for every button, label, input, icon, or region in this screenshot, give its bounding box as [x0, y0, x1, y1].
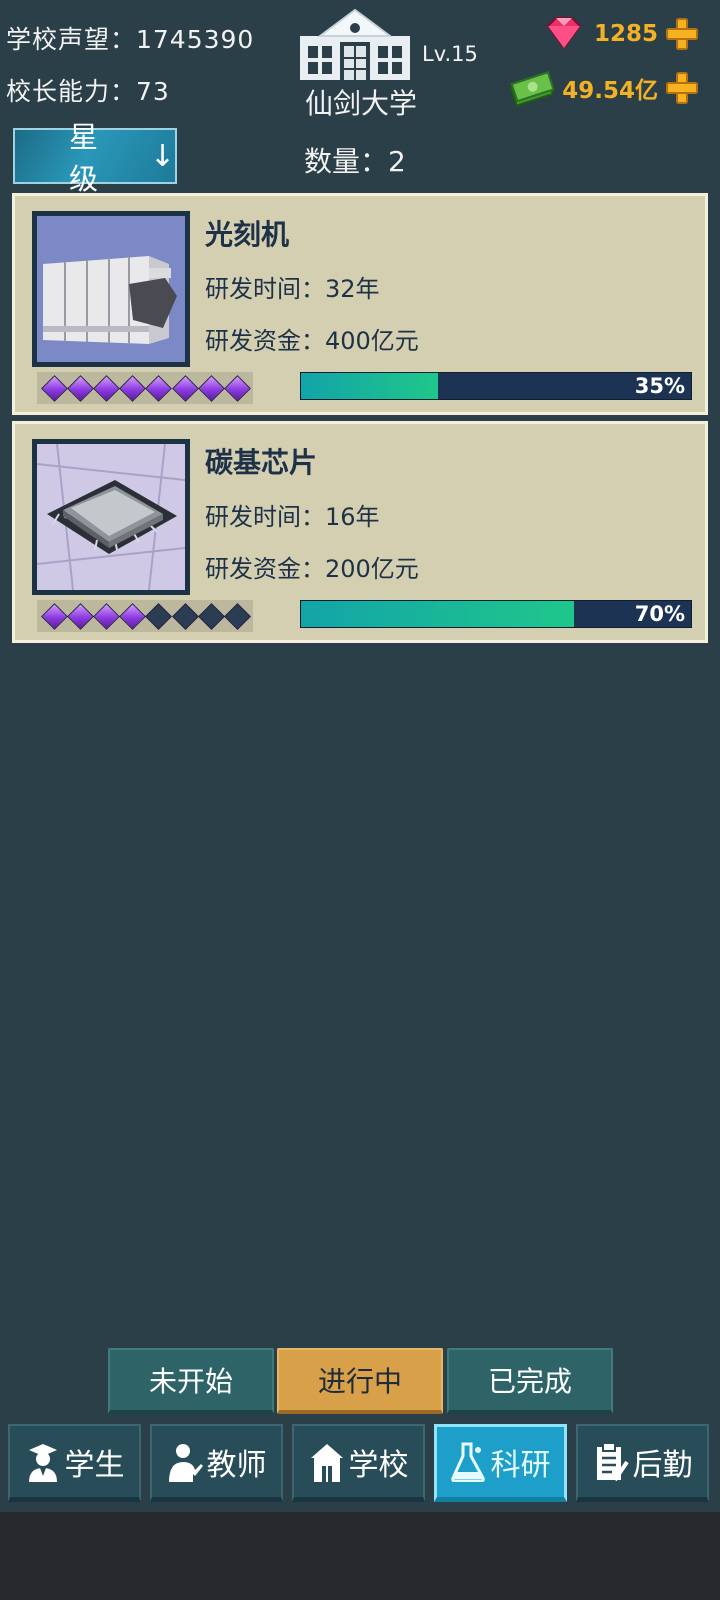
star-filled-icon [197, 374, 225, 402]
research-progress-bar: 70% [300, 600, 692, 628]
money-resource: 49.54亿 [510, 68, 700, 108]
progress-percent: 35% [634, 374, 685, 398]
nav-logistics[interactable]: 后勤 [576, 1424, 709, 1502]
research-title: 碳基芯片 [205, 446, 318, 479]
add-gems-button[interactable] [664, 16, 700, 52]
school-reputation: 学校声望：1745390 [6, 25, 255, 54]
money-amount: 49.54亿 [562, 78, 658, 104]
star-filled-icon [66, 374, 94, 402]
star-filled-icon [223, 374, 251, 402]
research-funds: 研发资金：200亿元 [205, 555, 419, 583]
carbon-chip-image [32, 439, 190, 595]
nav-label: 教师 [206, 1447, 267, 1483]
star-filled-icon [119, 374, 147, 402]
gem-resource: 1285 [542, 14, 700, 54]
research-card[interactable]: 碳基芯片 研发时间：16年 研发资金：200亿元 70% [12, 421, 708, 643]
school-name: 仙剑大学 [304, 87, 417, 120]
star-filled-icon [119, 602, 147, 630]
star-filled-icon [93, 374, 120, 402]
principal-ability: 校长能力：73 [6, 77, 170, 106]
lithography-machine-image [32, 211, 190, 367]
cash-icon [510, 71, 555, 107]
tab-completed[interactable]: 已完成 [447, 1348, 613, 1414]
star-filled-icon [145, 374, 173, 402]
nav-teachers[interactable]: 教师 [150, 1424, 283, 1502]
nav-school[interactable]: 学校 [292, 1424, 425, 1502]
research-funds: 研发资金：400亿元 [205, 327, 419, 355]
add-money-button[interactable] [664, 70, 700, 106]
research-time: 研发时间：16年 [205, 503, 380, 531]
research-card[interactable]: 光刻机 研发时间：32年 研发资金：400亿元 35% [12, 193, 708, 415]
progress-fill [301, 373, 438, 399]
gem-icon [546, 17, 582, 50]
teacher-icon [168, 1443, 203, 1482]
clipboard-icon [596, 1441, 629, 1481]
star-filled-icon [66, 602, 94, 630]
research-progress-bar: 35% [300, 372, 692, 400]
star-empty-icon [145, 602, 173, 630]
item-count: 数量：2 [304, 145, 406, 178]
star-empty-icon [171, 602, 199, 630]
student-icon [28, 1443, 57, 1482]
star-empty-icon [223, 602, 251, 630]
nav-label: 学校 [348, 1447, 409, 1483]
tab-not-started[interactable]: 未开始 [108, 1348, 274, 1414]
nav-research[interactable]: 科研 [434, 1424, 567, 1502]
nav-label: 后勤 [632, 1447, 693, 1483]
star-filled-icon [93, 602, 120, 630]
sort-label: 星级 [69, 120, 99, 196]
school-building-icon[interactable] [300, 6, 420, 80]
star-filled-icon [40, 374, 68, 402]
progress-percent: 70% [634, 602, 685, 626]
research-title: 光刻机 [205, 218, 290, 251]
nav-students[interactable]: 学生 [8, 1424, 141, 1502]
star-filled-icon [171, 374, 199, 402]
star-empty-icon [197, 602, 225, 630]
nav-label: 学生 [64, 1447, 125, 1483]
flask-icon [450, 1442, 485, 1482]
school-level: Lv.15 [422, 42, 478, 66]
sort-down-arrow-icon: ↓ [149, 138, 175, 174]
nav-label: 科研 [490, 1448, 551, 1483]
tab-in-progress[interactable]: 进行中 [277, 1348, 443, 1414]
star-rating [37, 600, 253, 632]
research-time: 研发时间：32年 [205, 275, 380, 303]
progress-fill [301, 601, 574, 627]
system-nav-bar [0, 1512, 720, 1600]
sort-by-stars-button[interactable]: 星级 ↓ [13, 120, 177, 196]
star-rating [37, 372, 253, 404]
star-filled-icon [40, 602, 68, 630]
gem-count: 1285 [593, 21, 658, 47]
school-icon [310, 1443, 343, 1482]
